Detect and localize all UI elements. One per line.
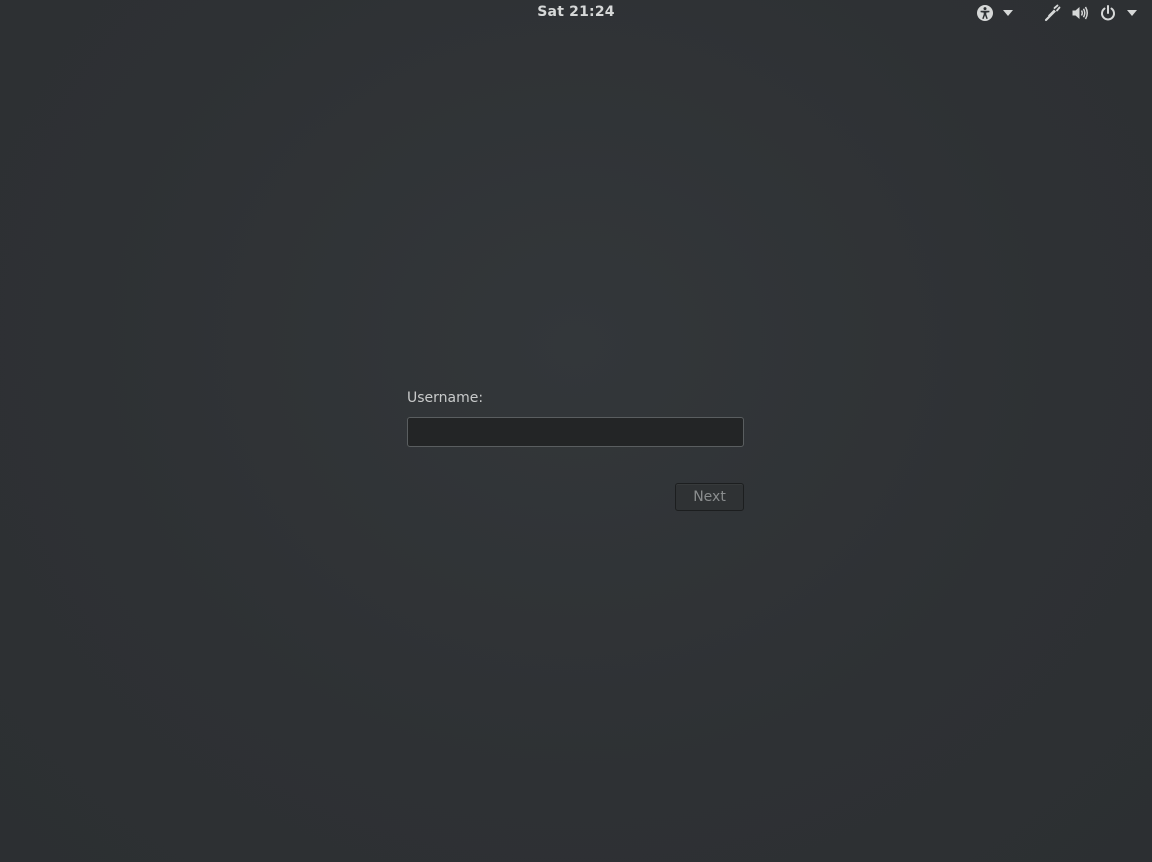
system-menu-button[interactable] bbox=[1038, 0, 1146, 26]
login-actions: Next bbox=[407, 483, 744, 511]
username-label: Username: bbox=[407, 390, 484, 406]
chevron-down-icon bbox=[1122, 0, 1142, 26]
username-input[interactable] bbox=[407, 417, 744, 447]
next-button[interactable]: Next bbox=[675, 483, 744, 511]
chevron-down-icon bbox=[998, 0, 1018, 26]
login-screen: Sat 21:24 Username: Next bbox=[0, 0, 1152, 862]
login-form: Username: Next bbox=[407, 388, 744, 511]
accessibility-icon bbox=[972, 0, 998, 26]
top-bar: Sat 21:24 bbox=[0, 0, 1152, 26]
volume-icon bbox=[1066, 0, 1094, 26]
network-wired-icon bbox=[1038, 0, 1066, 26]
accessibility-menu-button[interactable] bbox=[972, 0, 1020, 26]
clock-label: Sat 21:24 bbox=[537, 4, 615, 20]
username-field-wrapper bbox=[407, 417, 744, 447]
power-icon bbox=[1094, 0, 1122, 26]
